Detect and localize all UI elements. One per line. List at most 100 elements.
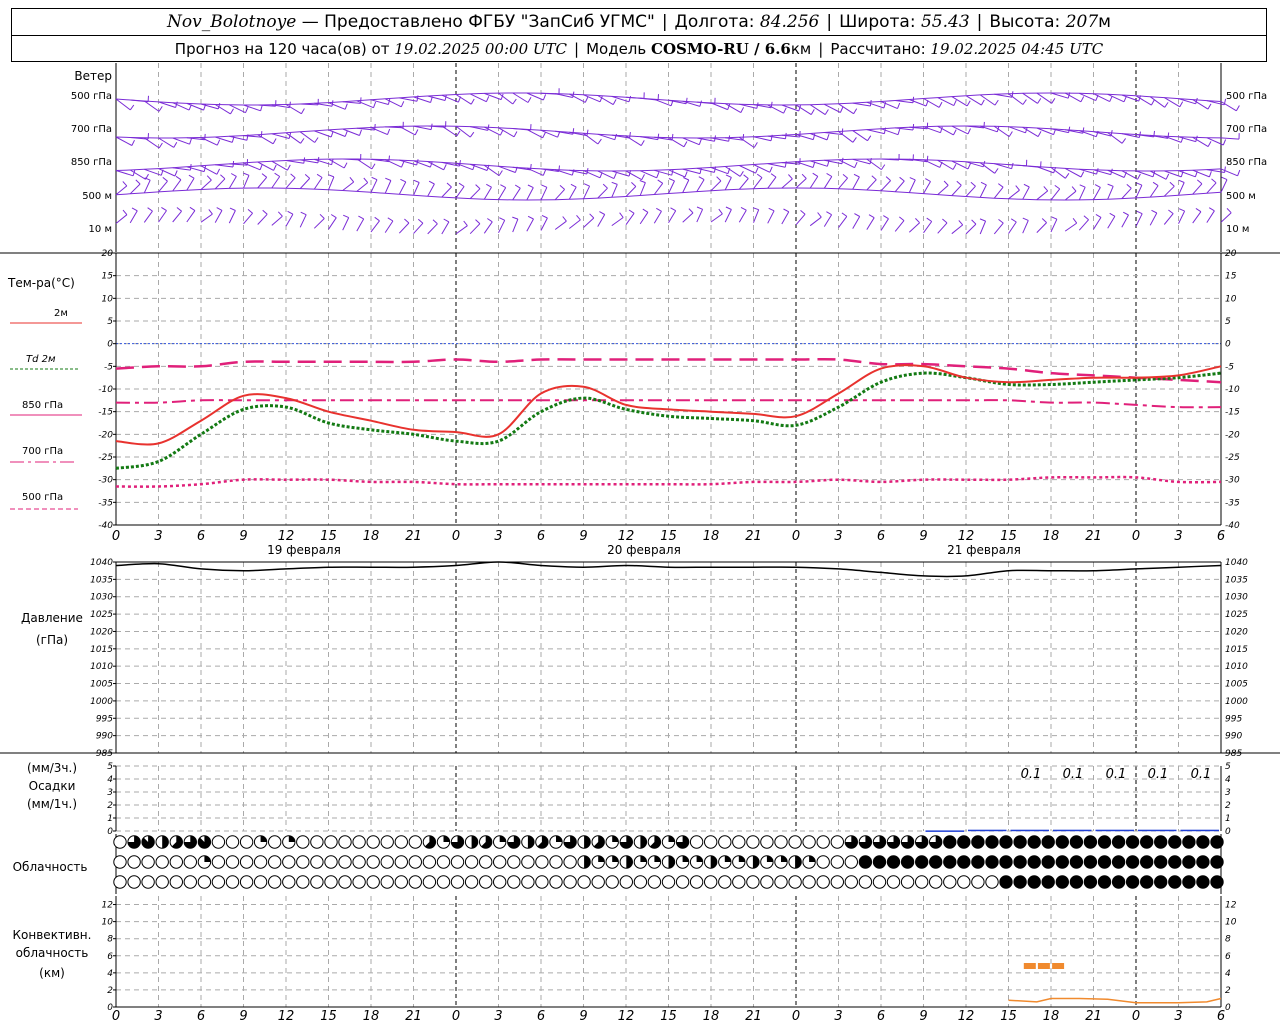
cloud-octa-circle xyxy=(844,855,858,869)
cloud-octa-circle xyxy=(985,835,999,849)
cloud-octa-circle xyxy=(999,835,1013,849)
wind-barb xyxy=(115,98,131,111)
wind-level-label-right: 850 гПа xyxy=(1226,157,1267,168)
wind-barb xyxy=(313,218,325,229)
y-tick-label: 0 xyxy=(107,827,113,837)
wind-barb xyxy=(1178,170,1196,178)
y-tick-label-right: 4 xyxy=(1225,969,1231,979)
cloud-octa-fill xyxy=(162,835,169,849)
y-tick-label-right: 985 xyxy=(1225,749,1242,759)
wind-level-label: 500 гПа xyxy=(71,91,112,102)
wind-barb-feather xyxy=(743,174,749,179)
y-tick-label: 995 xyxy=(96,714,113,724)
precip-amount-label: 0.1 xyxy=(1021,767,1042,782)
wind-level-label: 850 гПа xyxy=(71,157,112,168)
wind-barb-feather xyxy=(1208,207,1215,212)
wind-barb-feather xyxy=(314,137,319,143)
cloud-octa-fill xyxy=(640,855,647,862)
wind-barb xyxy=(186,166,205,173)
wind-barb-feather xyxy=(261,173,268,178)
cloud-panel-title: Облачность xyxy=(13,860,88,874)
wind-barb xyxy=(597,214,606,227)
wind-barb-feather xyxy=(684,171,688,178)
cloud-octa-circle xyxy=(971,875,985,889)
wind-barb xyxy=(299,178,311,189)
wind-barb-feather xyxy=(1137,173,1141,180)
wind-barb-feather xyxy=(1178,179,1185,183)
cloud-octa-circle xyxy=(225,835,240,849)
wind-barb xyxy=(144,100,160,112)
y-tick-label-right: -40 xyxy=(1225,521,1240,531)
cloud-octa-fill xyxy=(752,855,760,869)
x-tick-label: 15 xyxy=(320,529,337,544)
cloud-octa-circle xyxy=(1182,835,1196,849)
cloud-octa-circle xyxy=(366,875,380,889)
cloud-octa-circle xyxy=(788,835,802,849)
wind-barb xyxy=(526,218,534,232)
x-tick-label-bottom: 9 xyxy=(919,1009,927,1024)
wind-barb xyxy=(654,169,672,176)
wind-barb-feather xyxy=(131,207,138,212)
wind-barb xyxy=(271,133,290,139)
cloud-octa-circle xyxy=(1041,855,1055,869)
cloud-octa-circle xyxy=(619,875,633,889)
wind-barb xyxy=(370,220,380,233)
wind-barb xyxy=(243,212,253,225)
precip-amount-label: 0.1 xyxy=(1063,767,1084,782)
cloud-octa-circle xyxy=(493,875,507,889)
wind-barb-feather xyxy=(812,172,819,177)
y-tick-label-right: 10 xyxy=(1225,918,1237,928)
wind-barb-feather xyxy=(631,182,637,187)
wind-barb xyxy=(512,218,519,233)
wind-barb xyxy=(144,137,160,149)
temperature-series-layer xyxy=(115,357,1222,488)
cloud-octa-circle xyxy=(352,875,366,889)
wind-barb xyxy=(951,184,962,196)
wind-barb-feather xyxy=(1037,98,1042,104)
wind-barb xyxy=(115,214,128,224)
wind-barb-feather xyxy=(925,178,931,182)
wind-barb-feather xyxy=(1123,96,1127,102)
wind-barb xyxy=(640,170,657,179)
wind-barb-feather xyxy=(373,101,377,108)
cloud-octa-fill xyxy=(809,855,816,862)
wind-barb-feather xyxy=(1109,95,1113,102)
wind-barb xyxy=(313,177,323,190)
wind-barb-feather xyxy=(562,216,567,222)
cloud-octa-circle xyxy=(1140,835,1154,849)
wind-barb-feather xyxy=(716,176,722,182)
wind-barb-feather xyxy=(880,164,886,170)
cloud-octa-circle xyxy=(127,875,141,889)
wind-barb xyxy=(399,125,416,136)
x-tick-label-bottom: 3 xyxy=(1174,1009,1182,1024)
wind-barb-feather xyxy=(943,180,949,186)
wind-barb xyxy=(923,221,933,234)
x-tick-label-bottom: 6 xyxy=(1217,1009,1225,1024)
cloud-octa-fill xyxy=(668,835,675,842)
cloud-octa-circle xyxy=(296,835,310,849)
wind-barb xyxy=(200,213,213,223)
cloud-octa-circle xyxy=(408,835,422,849)
y-tick-label-right: 0 xyxy=(1225,1003,1231,1013)
cloud-octa-circle xyxy=(225,875,240,889)
wind-barb-feather xyxy=(854,213,860,217)
wind-barb xyxy=(979,162,995,174)
cloud-octa-fill xyxy=(556,835,563,842)
y-tick-label: 6 xyxy=(107,952,113,962)
x-tick-label: 21 xyxy=(745,529,762,544)
wind-barb-feather xyxy=(542,132,546,139)
cloud-octa-circle xyxy=(282,875,296,889)
wind-barb xyxy=(1008,221,1017,234)
y-tick-label: 10 xyxy=(102,918,114,928)
wind-barb-feather xyxy=(994,99,999,106)
cloud-octa-circle xyxy=(394,875,408,889)
wind-barb-feather xyxy=(586,129,589,136)
wind-barb xyxy=(852,102,871,107)
cloud-octa-fill xyxy=(499,835,506,842)
wind-barb-feather xyxy=(374,216,380,222)
wind-barb xyxy=(795,161,814,168)
cloud-octa-fill xyxy=(612,835,619,842)
wind-barb-feather xyxy=(1051,216,1058,220)
wind-barb xyxy=(398,222,410,234)
wind-barb-feather xyxy=(530,163,532,170)
